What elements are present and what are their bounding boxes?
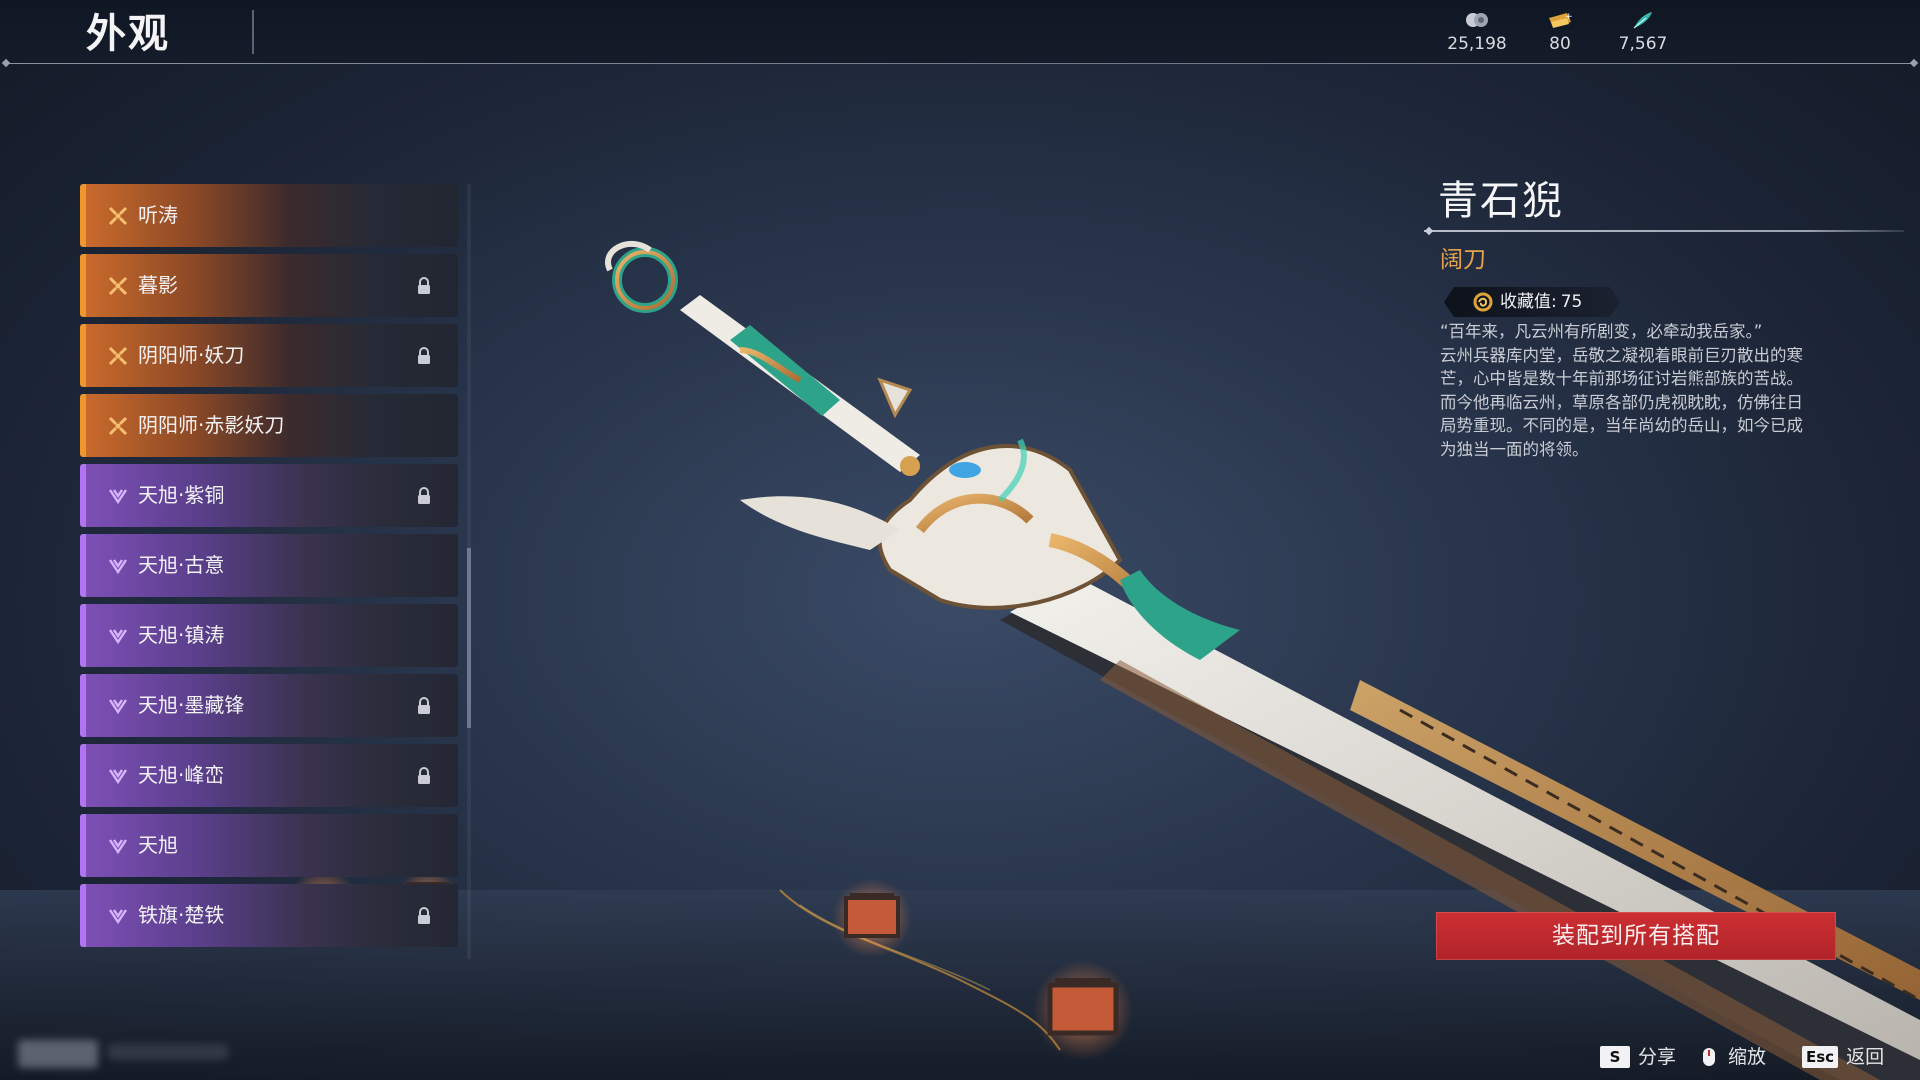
appearance-screen: 外观 25,198 + 80 7,567 听涛暮影阴阳师·妖刀阴阳师·赤影妖刀天… [0, 0, 1920, 1080]
skin-name: 天旭·古意 [138, 553, 225, 577]
epic-rank-icon [109, 699, 127, 715]
skin-name: 阴阳师·赤影妖刀 [138, 413, 285, 437]
back-hint[interactable]: Esc 返回 [1802, 1044, 1884, 1070]
skin-list[interactable]: 听涛暮影阴阳师·妖刀阴阳师·赤影妖刀 天旭·紫铜天旭·古意天旭·镇涛天旭·墨藏锋天… [80, 184, 460, 959]
epic-rank-icon [109, 629, 127, 645]
blurred-watermark [108, 1044, 228, 1060]
collection-icon [1473, 292, 1493, 312]
skin-name: 天旭·墨藏锋 [138, 693, 245, 717]
lock-icon [418, 907, 430, 924]
legendary-rank-icon [108, 276, 128, 296]
skin-list-item[interactable]: 天旭·古意 [80, 534, 458, 597]
skin-name: 天旭·峰峦 [138, 763, 225, 787]
svg-text:+: + [1565, 12, 1573, 22]
epic-rank-icon [109, 909, 127, 925]
back-label: 返回 [1846, 1046, 1885, 1068]
skin-name: 听涛 [138, 203, 178, 227]
skin-name: 天旭 [138, 833, 178, 857]
skin-name: 暮影 [138, 273, 178, 297]
coin-stack-icon [1466, 13, 1488, 27]
sword-blade [1000, 576, 1920, 1080]
zoom-label: 缩放 [1728, 1046, 1767, 1068]
legendary-rank-icon [108, 416, 128, 436]
title-divider [252, 10, 254, 54]
header-divider [6, 63, 1914, 64]
share-label: 分享 [1638, 1046, 1677, 1068]
epic-rank-icon [109, 839, 127, 855]
weapon-description: “百年来，凡云州有所剧变，必牵动我岳家。” 云州兵器库内堂，岳敬之凝视着眼前巨刃… [1440, 322, 1803, 459]
skin-list-item[interactable]: 天旭·镇涛 [80, 604, 458, 667]
skin-list-item[interactable]: 暮影 [80, 254, 458, 317]
currency-feathers: 7,567 [1598, 10, 1688, 54]
skin-name: 天旭·镇涛 [138, 623, 225, 647]
skin-list-item[interactable]: 听涛 [80, 184, 458, 247]
feathers-value: 7,567 [1618, 34, 1668, 54]
epic-rank-icon [109, 559, 127, 575]
skin-list-item[interactable]: 天旭·峰峦 [80, 744, 458, 807]
skin-name: 阴阳师·妖刀 [138, 343, 245, 367]
list-scrollbar-thumb[interactable] [467, 548, 471, 728]
currency-tickets: + 80 [1515, 10, 1605, 54]
page-title: 外观 [86, 11, 170, 57]
weapon-name: 青石猊 [1438, 178, 1564, 224]
epic-rank-icon [109, 489, 127, 505]
collection-value: 收藏值: 75 [1500, 289, 1582, 315]
skin-name: 天旭·紫铜 [138, 483, 225, 507]
feather-icon [1633, 12, 1652, 29]
ticket-icon: + [1549, 12, 1573, 28]
lock-icon [418, 277, 430, 294]
equip-all-label: 装配到所有搭配 [1552, 923, 1720, 949]
coins-value: 25,198 [1447, 34, 1507, 54]
key-s: S [1600, 1046, 1630, 1068]
currency-coins: 25,198 [1432, 10, 1522, 54]
epic-rank-icon [109, 769, 127, 785]
lock-icon [418, 697, 430, 714]
skin-list-item[interactable]: 阴阳师·妖刀 [80, 324, 458, 387]
mouse-icon [1703, 1048, 1715, 1066]
collection-number: 75 [1560, 292, 1583, 312]
sword-guard [740, 377, 1240, 660]
lock-icon [418, 767, 430, 784]
skin-list-item[interactable]: 天旭·紫铜 [80, 464, 458, 527]
key-esc: Esc [1802, 1046, 1839, 1068]
weapon-type: 阔刀 [1440, 247, 1486, 273]
legendary-rank-icon [108, 346, 128, 366]
skin-list-item[interactable]: 天旭·墨藏锋 [80, 674, 458, 737]
equip-all-button[interactable]: 装配到所有搭配 [1436, 912, 1836, 960]
skin-list-item[interactable]: 铁旗·楚铁 [80, 884, 458, 947]
skin-name: 铁旗·楚铁 [138, 903, 225, 927]
name-underline [1424, 230, 1904, 232]
collection-label: 收藏值: [1500, 292, 1557, 312]
sword-pommel [605, 241, 678, 313]
share-hint[interactable]: S 分享 [1600, 1044, 1676, 1070]
skin-list-item[interactable]: 天旭 [80, 814, 458, 877]
blurred-watermark [18, 1040, 98, 1068]
lock-icon [418, 487, 430, 504]
skin-list-item[interactable]: 阴阳师·赤影妖刀 [80, 394, 458, 457]
lock-icon [418, 347, 430, 364]
zoom-hint[interactable]: 缩放 [1698, 1044, 1766, 1070]
tickets-value: 80 [1549, 34, 1571, 54]
legendary-rank-icon [108, 206, 128, 226]
